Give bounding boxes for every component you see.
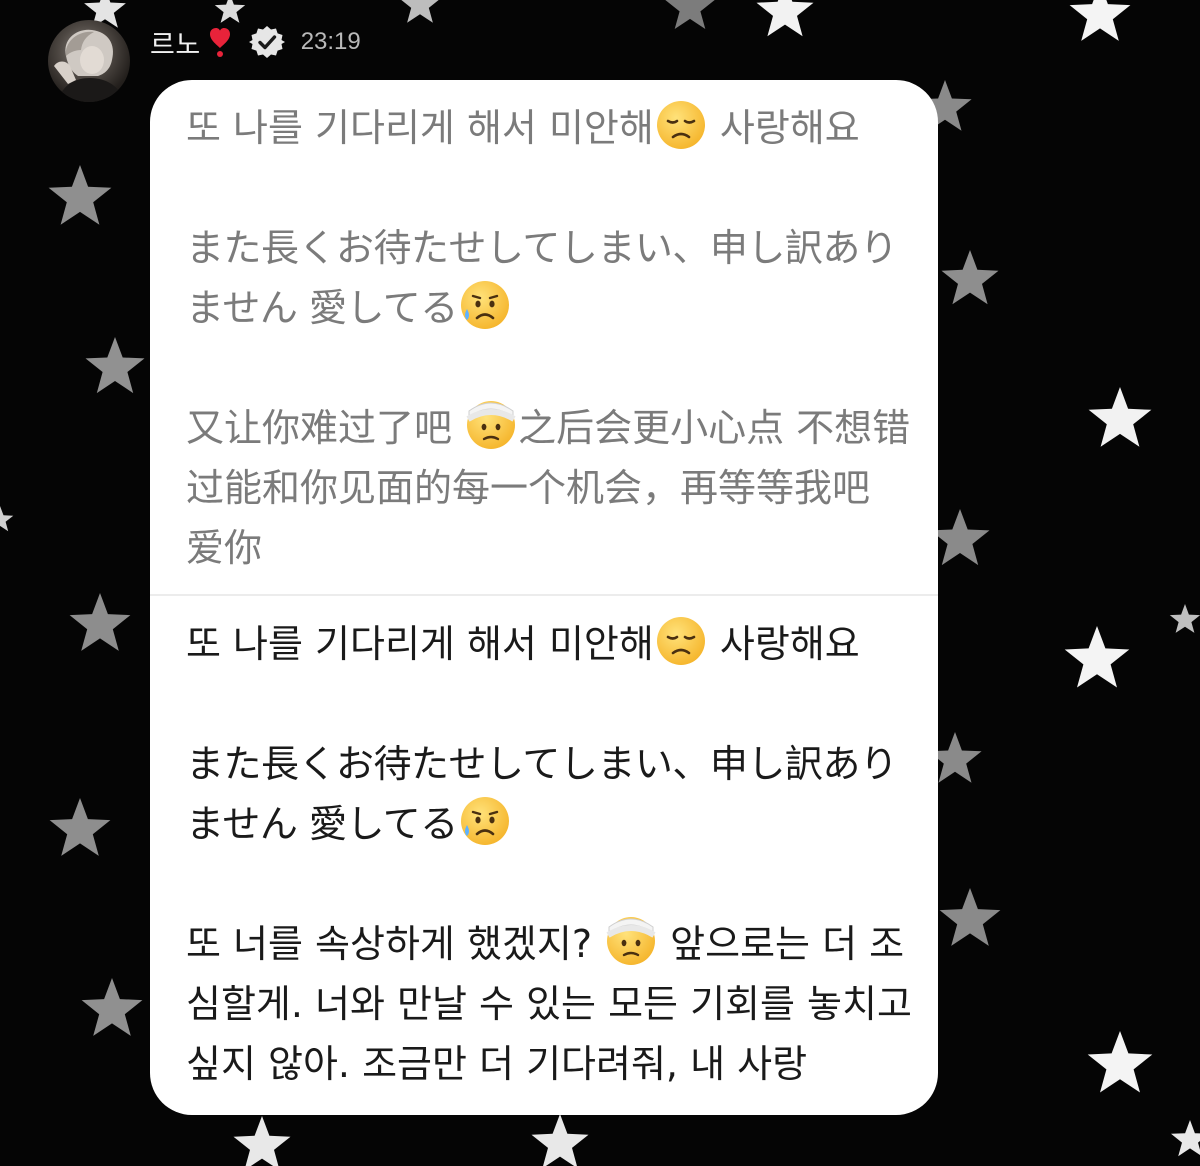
red-heart-icon [205,26,235,58]
star-shape [939,888,1001,946]
sad-sweat-face-icon [459,795,511,847]
star-shape [1064,626,1130,688]
message-timestamp: 23:19 [300,28,361,55]
star-shape [233,1116,291,1166]
star-shape [49,798,111,856]
star-shape [930,509,990,566]
translated-korean-text: 또 나를 기다리게 해서 미안해 [186,622,654,666]
star-shape [531,1114,589,1166]
star-shape [941,250,999,305]
message-bubble[interactable]: 또 나를 기다리게 해서 미안해 사랑해요 また長くお待たせしてしまい、申し訳あ… [150,80,938,1115]
original-japanese-paragraph: また長くお待たせしてしまい、申し訳ありません 愛してる [186,218,916,338]
original-korean-tail: 사랑해요 [707,106,860,150]
sad-sweat-face-icon [459,279,511,331]
star-shape [0,506,14,532]
star-shape [69,593,131,651]
verified-badge-icon [248,24,285,60]
translated-message: 또 나를 기다리게 해서 미안해 사랑해요 また長くお待たせしてしまい、申し訳あ… [186,614,916,1094]
translated-japanese-paragraph: また長くお待たせしてしまい、申し訳ありません 愛してる [186,734,916,854]
translated-japanese-text: また長くお待たせしてしまい、申し訳ありません 愛してる [186,742,898,846]
star-shape [401,0,439,23]
avatar[interactable] [48,20,130,102]
translation-divider [150,594,938,596]
star-shape [48,165,112,225]
disappointed-face-icon [655,615,707,667]
disappointed-face-icon [655,99,707,151]
star-shape [756,0,814,37]
original-message: 또 나를 기다리게 해서 미안해 사랑해요 また長くお待たせしてしまい、申し訳あ… [186,98,916,578]
bandaged-head-face-icon [605,915,657,967]
translated-korean-tail: 사랑해요 [707,622,860,666]
star-shape [665,0,715,29]
original-japanese-text: また長くお待たせしてしまい、申し訳ありません 愛してる [186,226,898,330]
translated-korean2-text: 또 너를 속상하게 했겠지? [186,922,605,966]
star-shape [1171,1120,1200,1157]
star-shape [1088,387,1152,447]
star-shape [85,337,145,394]
star-shape [1169,604,1200,633]
bandaged-head-face-icon [465,399,517,451]
translated-korean-second-paragraph: 또 너를 속상하게 했겠지? 앞으로는 더 조심할게. 너와 만날 수 있는 모… [186,914,916,1094]
star-shape [81,978,143,1036]
star-shape [1069,0,1131,41]
sender-name[interactable]: 르노 [150,23,201,62]
sender-meta: 르노 23:19 [150,24,361,61]
translated-korean-paragraph: 또 나를 기다리게 해서 미안해 사랑해요 [186,614,916,674]
original-korean-text: 또 나를 기다리게 해서 미안해 [186,106,654,150]
original-chinese-paragraph: 又让你难过了吧 之后会更小心点 不想错过能和你见面的每一个机会，再等等我吧 爱你 [186,398,916,578]
original-chinese-text: 又让你难过了吧 [186,406,465,450]
star-shape [1087,1031,1153,1093]
original-korean-paragraph: 또 나를 기다리게 해서 미안해 사랑해요 [186,98,916,158]
